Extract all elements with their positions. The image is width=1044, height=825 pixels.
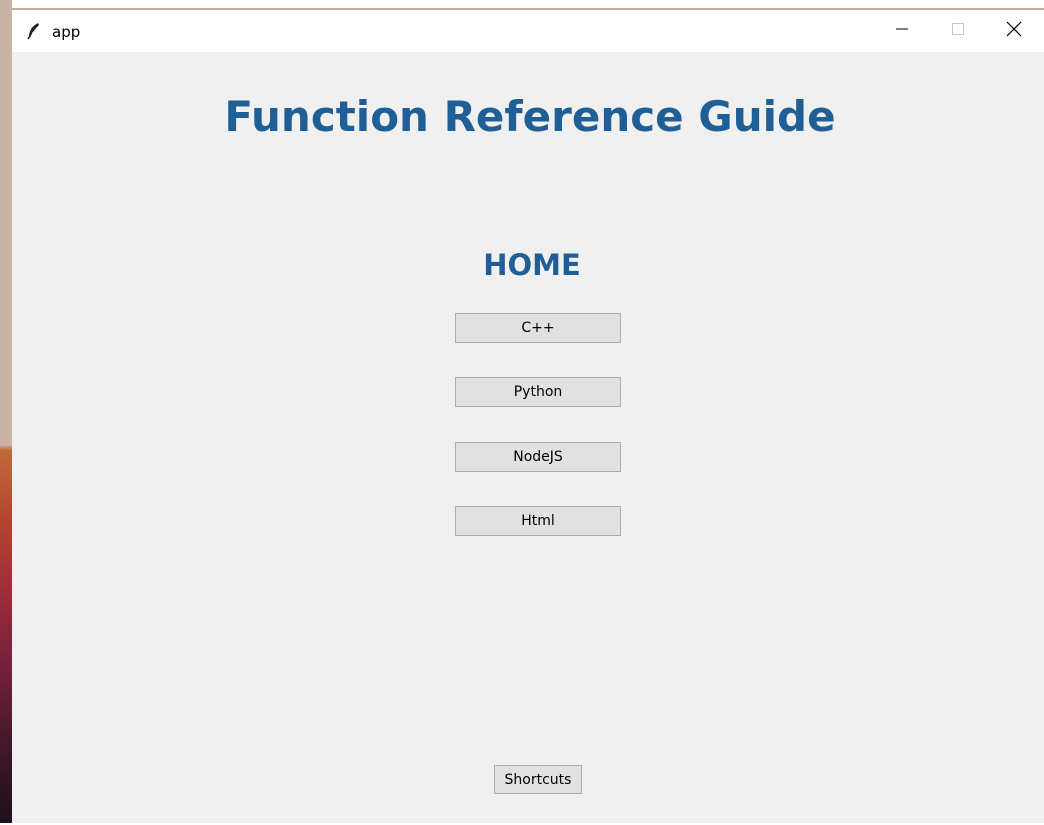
close-icon: [1006, 21, 1022, 42]
maximize-button[interactable]: [930, 10, 986, 52]
minimize-icon: [895, 22, 909, 41]
nodejs-button[interactable]: NodeJS: [455, 442, 621, 472]
maximize-icon: [951, 22, 965, 41]
cpp-button[interactable]: C++: [455, 313, 621, 343]
python-button[interactable]: Python: [455, 377, 621, 407]
app-window: app Function Reference Guide HOME C++ Py…: [12, 8, 1044, 823]
page-title: Function Reference Guide: [224, 92, 836, 141]
section-heading: HOME: [483, 248, 581, 282]
minimize-button[interactable]: [874, 10, 930, 52]
html-button[interactable]: Html: [455, 506, 621, 536]
desktop-background: [0, 0, 12, 823]
title-bar[interactable]: app: [12, 10, 1044, 52]
close-button[interactable]: [986, 10, 1042, 52]
window-title: app: [52, 23, 81, 41]
feather-icon: [26, 22, 42, 40]
shortcuts-button[interactable]: Shortcuts: [494, 765, 582, 794]
content-area: Function Reference Guide HOME C++ Python…: [12, 52, 1044, 825]
